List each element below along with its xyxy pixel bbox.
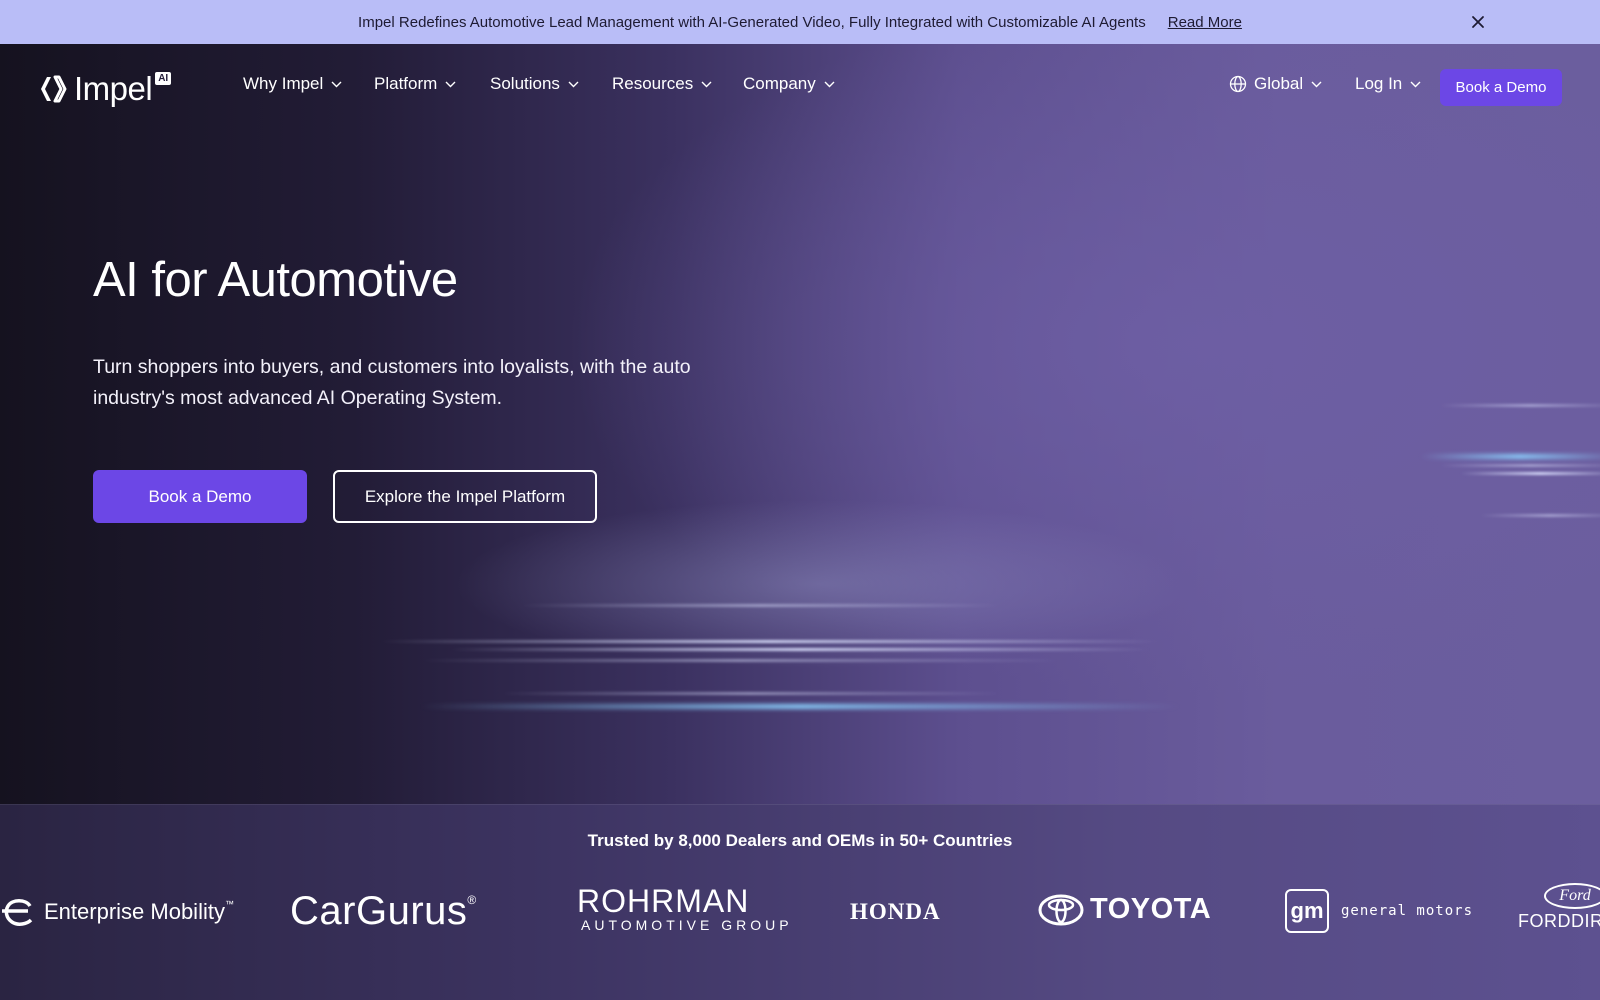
nav-label: Resources xyxy=(612,74,694,93)
logo-rohrman: ROHRMAN AUTOMOTIVE GROUP xyxy=(577,885,793,933)
nav-platform[interactable]: Platform xyxy=(374,74,456,94)
gm-mark: gm xyxy=(1285,889,1329,933)
trademark-mark: ™ xyxy=(224,899,234,909)
logo-ai-badge: AI xyxy=(155,72,172,85)
enterprise-e-icon xyxy=(2,899,33,926)
logo-strip: Enterprise Mobility ™ CarGurus ® ROHRMAN… xyxy=(0,879,1600,949)
ford-oval-mark: Ford xyxy=(1544,883,1600,909)
logo-general-motors: gm general motors xyxy=(1285,889,1473,933)
logo-ford-direct: Ford FORDDIR xyxy=(1518,883,1600,932)
nav-resources[interactable]: Resources xyxy=(612,74,712,94)
chevron-down-icon xyxy=(701,81,712,87)
chevron-down-icon xyxy=(1311,81,1322,87)
nav-why-impel[interactable]: Why Impel xyxy=(243,74,342,94)
nav-solutions[interactable]: Solutions xyxy=(490,74,579,94)
nav-label: Why Impel xyxy=(243,74,324,93)
brand-name: ROHRMAN xyxy=(577,883,750,919)
nav-label: Platform xyxy=(374,74,438,93)
header-book-demo-button[interactable]: Book a Demo xyxy=(1440,69,1562,106)
hero-title: AI for Automotive xyxy=(93,253,458,307)
logo-cargurus: CarGurus ® xyxy=(290,889,476,934)
read-more-link[interactable]: Read More xyxy=(1168,14,1242,31)
registered-mark: ® xyxy=(467,893,477,907)
hero-subtitle: Turn shoppers into buyers, and customers… xyxy=(93,356,691,409)
logo-honda: HONDA xyxy=(850,899,941,925)
brand-name: Enterprise Mobility xyxy=(44,899,225,924)
chevron-down-icon xyxy=(824,81,835,87)
nav-company[interactable]: Company xyxy=(743,74,835,94)
trusted-section: Trusted by 8,000 Dealers and OEMs in 50+… xyxy=(0,804,1600,1000)
login-label: Log In xyxy=(1355,74,1403,93)
brand-name: TOYOTA xyxy=(1090,893,1212,925)
brand-name: HONDA xyxy=(850,899,941,924)
close-icon[interactable] xyxy=(1468,12,1488,32)
region-label: Global xyxy=(1254,74,1304,93)
chevron-down-icon xyxy=(568,81,579,87)
brand-name: FORDDIR xyxy=(1518,911,1600,931)
hero-book-demo-button[interactable]: Book a Demo xyxy=(93,470,307,523)
logo-toyota: TOYOTA xyxy=(1038,893,1211,926)
region-selector[interactable]: Global xyxy=(1229,74,1322,94)
trusted-title: Trusted by 8,000 Dealers and OEMs in 50+… xyxy=(587,831,1013,850)
brand-name: CarGurus xyxy=(290,889,468,933)
impel-logo[interactable]: Impel AI xyxy=(38,70,172,108)
brand-tagline: AUTOMOTIVE GROUP xyxy=(581,917,793,933)
chevron-down-icon xyxy=(445,81,456,87)
announcement-message: Impel Redefines Automotive Lead Manageme… xyxy=(358,13,1146,31)
main-nav: Impel AI Why Impel Platform Solutions Re… xyxy=(0,44,1600,130)
chevron-down-icon xyxy=(331,81,342,87)
explore-platform-button[interactable]: Explore the Impel Platform xyxy=(333,470,597,523)
chevron-down-icon xyxy=(1410,81,1421,87)
brand-name: general motors xyxy=(1341,903,1474,919)
impel-logo-icon xyxy=(41,75,67,103)
nav-label: Company xyxy=(743,74,816,93)
logo-enterprise-mobility: Enterprise Mobility ™ xyxy=(0,897,234,927)
login-menu[interactable]: Log In xyxy=(1355,74,1421,94)
announcement-bar: Impel Redefines Automotive Lead Manageme… xyxy=(0,0,1600,44)
globe-icon xyxy=(1229,75,1247,93)
logo-wordmark: Impel xyxy=(74,70,153,107)
nav-label: Solutions xyxy=(490,74,560,93)
toyota-emblem-icon xyxy=(1038,894,1084,925)
hero-background xyxy=(0,44,1600,804)
